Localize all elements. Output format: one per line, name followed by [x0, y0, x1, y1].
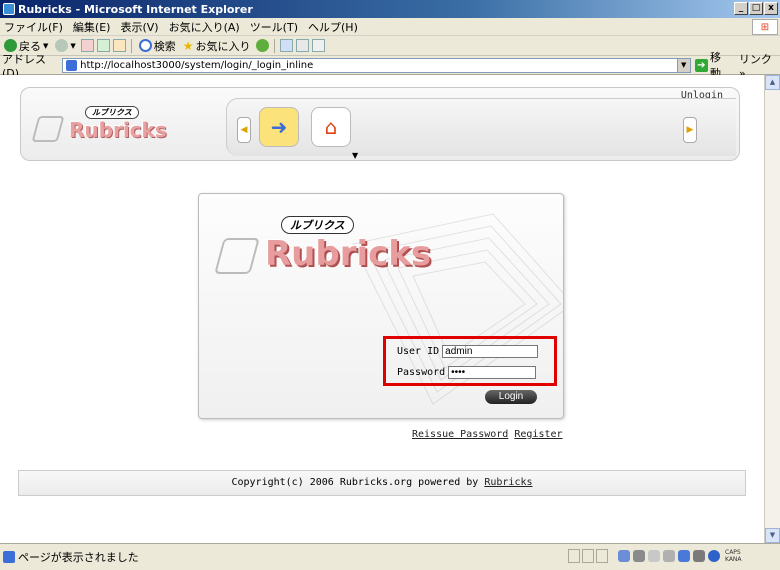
- mail-icon[interactable]: [279, 39, 293, 52]
- history-icon[interactable]: [255, 39, 269, 52]
- header-logo[interactable]: ルブリクス Rubricks: [31, 106, 205, 146]
- status-pane: [582, 549, 594, 563]
- caps-label: CAPS: [725, 549, 741, 556]
- favorites-button[interactable]: ★ お気に入り: [181, 38, 253, 54]
- page-icon: [66, 59, 78, 71]
- go-arrow-icon: ➔: [694, 58, 708, 72]
- status-panes: [568, 549, 608, 563]
- password-input[interactable]: [448, 366, 537, 379]
- page-done-icon: [3, 551, 15, 563]
- refresh-icon[interactable]: [96, 39, 110, 52]
- address-bar: アドレス(D) http://localhost3000/system/logi…: [0, 51, 780, 80]
- ime-tools-icon[interactable]: [678, 550, 690, 562]
- ime-settings-icon[interactable]: [693, 550, 705, 562]
- copyright-text: Copyright(c) 2006 Rubricks.org powered b…: [231, 477, 479, 488]
- window-title: Rubricks - Microsoft Internet Explorer: [18, 2, 253, 16]
- toolbar-separator: [273, 38, 275, 53]
- status-pane: [596, 549, 608, 563]
- search-label: 検索: [153, 39, 176, 53]
- menu-favorites[interactable]: お気に入り(A): [169, 19, 240, 35]
- stop-icon[interactable]: [80, 39, 94, 52]
- ime-icon[interactable]: [618, 550, 630, 562]
- reissue-password-link[interactable]: Reissue Password: [412, 429, 508, 440]
- login-button[interactable]: Login: [485, 390, 537, 404]
- ime-mode-icon[interactable]: [633, 550, 645, 562]
- toolbar: 戻る ▼ ▼ 検索 ★ お気に入り: [0, 36, 780, 56]
- ime-input-icon[interactable]: [648, 550, 660, 562]
- toolbar-separator: [130, 38, 132, 53]
- nav-login-icon[interactable]: ➜: [259, 107, 299, 147]
- login-logo-kana: ルブリクス: [281, 216, 354, 234]
- login-logo: ルブリクス Rubricks: [214, 216, 455, 286]
- user-id-label: User ID: [397, 346, 440, 357]
- windows-logo-icon: ⊞: [752, 19, 778, 35]
- favorites-label: お気に入り: [195, 39, 251, 53]
- ie-icon: [3, 3, 15, 15]
- print-icon[interactable]: [295, 39, 309, 52]
- menu-help[interactable]: ヘルプ(H): [308, 19, 358, 35]
- menu-file[interactable]: ファイル(F): [4, 19, 63, 35]
- login-logo-word: Rubricks: [265, 234, 432, 274]
- close-button[interactable]: x: [764, 2, 778, 15]
- nav-home-icon[interactable]: ⌂: [311, 107, 351, 147]
- minimize-button[interactable]: _: [734, 2, 748, 15]
- status-text: ページが表示されました: [18, 551, 139, 564]
- address-dropdown-icon[interactable]: ▼: [676, 58, 690, 72]
- caps-kana-indicator: CAPS KANA: [725, 549, 742, 563]
- vertical-scrollbar[interactable]: ▲ ▼: [764, 75, 780, 543]
- forward-dropdown-icon[interactable]: ▼: [70, 42, 75, 50]
- scroll-up-icon[interactable]: ▲: [765, 75, 780, 90]
- status-bar: ページが表示されました CAPS KANA: [0, 543, 780, 570]
- user-id-input[interactable]: [442, 345, 539, 358]
- menu-tools[interactable]: ツール(T): [250, 19, 298, 35]
- star-icon: ★: [182, 38, 194, 53]
- page-content: Unlogin ルブリクス Rubricks ◀ ➜ ⌂ ▼ ▶ ルブリクス R…: [0, 75, 764, 543]
- logo-word: Rubricks: [69, 118, 167, 142]
- title-bar: Rubricks - Microsoft Internet Explorer _…: [0, 0, 780, 18]
- window-controls: _ □ x: [734, 2, 778, 15]
- home-icon[interactable]: [112, 39, 126, 52]
- maximize-button[interactable]: □: [749, 2, 763, 15]
- address-url[interactable]: http://localhost3000/system/login/_login…: [80, 60, 313, 71]
- ime-dictionary-icon[interactable]: [663, 550, 675, 562]
- search-button[interactable]: 検索: [137, 38, 178, 54]
- edit-icon[interactable]: [311, 39, 325, 52]
- rubricks-mark-icon: [214, 238, 260, 274]
- menu-edit[interactable]: 編集(E): [73, 19, 111, 35]
- register-link[interactable]: Register: [514, 429, 562, 440]
- nav-dropdown-icon[interactable]: ▼: [352, 151, 358, 160]
- footer: Copyright(c) 2006 Rubricks.org powered b…: [18, 470, 746, 496]
- password-label: Password: [397, 367, 446, 378]
- nav-left-arrow-icon[interactable]: ◀: [237, 117, 251, 143]
- system-tray: CAPS KANA: [618, 549, 742, 563]
- menu-view[interactable]: 表示(V): [120, 19, 158, 35]
- kana-label: KANA: [725, 556, 742, 563]
- menu-bar: ファイル(F) 編集(E) 表示(V) お気に入り(A) ツール(T) ヘルプ(…: [0, 18, 780, 36]
- nav-right-arrow-icon[interactable]: ▶: [683, 117, 697, 143]
- header-banner: Unlogin ルブリクス Rubricks ◀ ➜ ⌂ ▼ ▶: [20, 87, 740, 161]
- account-links: Reissue Password Register: [412, 429, 563, 440]
- address-input[interactable]: http://localhost3000/system/login/_login…: [62, 57, 691, 73]
- footer-rubricks-link[interactable]: Rubricks: [484, 477, 532, 488]
- login-panel: ルブリクス Rubricks User ID Password Login: [198, 193, 564, 419]
- help-icon[interactable]: [708, 550, 720, 562]
- user-id-row: User ID: [397, 345, 539, 358]
- search-icon: [138, 39, 152, 52]
- nav-panel: ◀ ➜ ⌂ ▼ ▶: [226, 98, 736, 160]
- scroll-down-icon[interactable]: ▼: [765, 528, 780, 543]
- password-row: Password: [397, 366, 537, 379]
- back-dropdown-icon[interactable]: ▼: [43, 42, 48, 50]
- status-pane: [568, 549, 580, 563]
- rubricks-mark-icon: [31, 116, 65, 142]
